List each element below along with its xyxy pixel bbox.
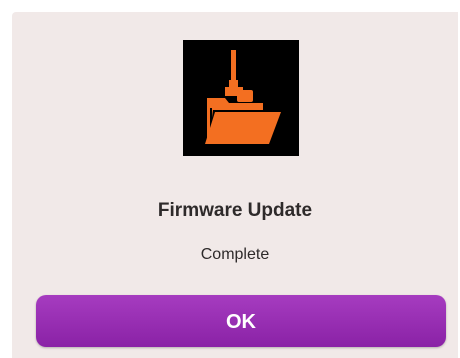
firmware-update-dialog: Firmware Update Complete OK (12, 12, 458, 358)
ok-button[interactable]: OK (36, 295, 446, 347)
firmware-folder-icon (183, 40, 299, 156)
dialog-message: Complete (200, 246, 270, 263)
dialog-title: Firmware Update (157, 200, 313, 221)
